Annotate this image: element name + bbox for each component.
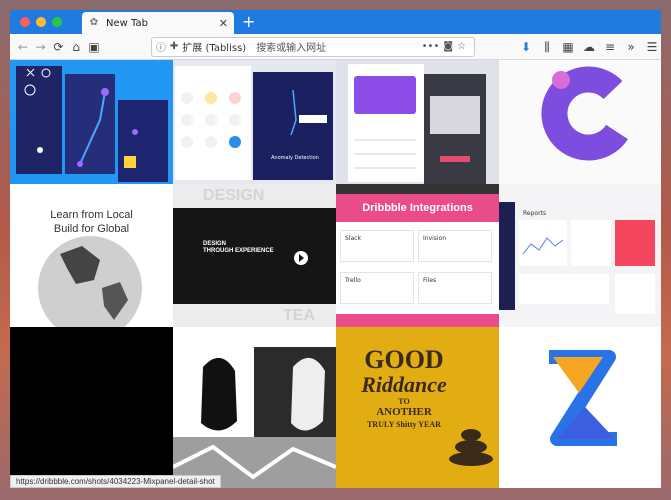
minimize-window-button[interactable] xyxy=(36,17,46,27)
globe-artwork xyxy=(38,236,142,327)
forward-icon[interactable]: → xyxy=(32,38,50,56)
close-window-button[interactable] xyxy=(20,17,30,27)
integration-card[interactable]: Trello xyxy=(340,272,414,304)
url-bar[interactable]: ⓘ ✚ 扩展 (Tabliss) 搜索或输入网址 ••• ◙ ☆ xyxy=(150,36,476,57)
integration-card[interactable]: Slack xyxy=(340,230,414,262)
design-headline: DESIGN THROUGH EXPERIENCE xyxy=(203,241,274,255)
home-icon[interactable]: ⌂ xyxy=(67,38,85,56)
bookmark-star-icon[interactable]: ☆ xyxy=(457,41,466,52)
design-headline-line2: THROUGH EXPERIENCE xyxy=(203,248,274,254)
design-headline-line1: DESIGN xyxy=(203,241,227,247)
status-bar-link: https://dribbble.com/shots/4034223-Mixpa… xyxy=(10,475,221,488)
window-controls xyxy=(20,17,62,27)
tab-favicon-icon: ✿ xyxy=(89,17,99,28)
dribbble-header: Dribbble Integrations xyxy=(336,194,499,222)
dribbble-footer xyxy=(336,314,499,327)
browser-window: ✿ New Tab ✕ + ← → ⟳ ⌂ ▣ ⓘ ✚ 扩展 (Tabliss)… xyxy=(10,10,661,488)
good-word: GOOD xyxy=(364,345,444,374)
navigation-bar: ← → ⟳ ⌂ ▣ ⓘ ✚ 扩展 (Tabliss) 搜索或输入网址 ••• ◙… xyxy=(10,34,661,60)
overflow-icon[interactable]: » xyxy=(622,38,640,56)
extension-label: 扩展 (Tabliss) xyxy=(182,43,247,54)
maximize-window-button[interactable] xyxy=(52,17,62,27)
integration-card[interactable]: Files xyxy=(418,272,492,304)
tile-learn-local[interactable]: Learn from Local Build for Global xyxy=(10,184,173,327)
new-tab-button[interactable]: + xyxy=(242,14,255,30)
anomaly-label: Anomaly Detection xyxy=(271,155,319,161)
poop-icon xyxy=(449,429,493,466)
tile-map-app[interactable] xyxy=(10,60,173,184)
map-app-artwork xyxy=(10,60,173,184)
integration-card[interactable]: Invision xyxy=(418,230,492,262)
tile-dribbble-integrations[interactable]: Dribbble Integrations Slack Invision Tre… xyxy=(336,184,499,327)
dribbble-topbar xyxy=(336,184,499,194)
tile-new-apps[interactable]: Anomaly Detection xyxy=(173,60,336,184)
reports-title: Reports xyxy=(523,210,547,217)
back-icon[interactable]: ← xyxy=(14,38,32,56)
design-artwork: DESIGN TEA xyxy=(173,184,336,327)
x-logo-artwork xyxy=(499,327,661,488)
to-word: TO xyxy=(398,397,410,406)
tile-reports-dashboard[interactable]: Reports xyxy=(499,184,661,327)
tab-new-tab[interactable]: ✿ New Tab ✕ xyxy=(82,12,234,34)
stack-icon[interactable]: ≡ xyxy=(601,38,619,56)
page-actions-icon[interactable]: ••• xyxy=(422,41,440,52)
reports-artwork xyxy=(499,184,661,327)
sidebar-toggle-icon[interactable]: ▣ xyxy=(85,38,103,56)
pocket-icon[interactable]: ◙ xyxy=(443,41,453,52)
tab-title: New Tab xyxy=(106,17,148,29)
new-apps-artwork xyxy=(173,60,336,184)
tab-bar: ✿ New Tab ✕ + xyxy=(10,10,661,34)
tile-c-logo[interactable] xyxy=(499,60,661,184)
toolbar-icons: ⬇ ⫼ ▦ ☁ ≡ » ☰ xyxy=(517,38,661,56)
extension-icon: ✚ xyxy=(169,41,179,52)
c-logo-artwork xyxy=(499,60,661,184)
tile-good-riddance[interactable]: GOOD Riddance TO ANOTHER TRULY Shitty YE… xyxy=(336,327,499,488)
url-placeholder[interactable]: 搜索或输入网址 xyxy=(256,39,421,54)
tile-wallet-app[interactable] xyxy=(336,60,499,184)
riddance-word: Riddance xyxy=(361,372,447,397)
library-icon[interactable]: ⫼ xyxy=(538,38,556,56)
download-icon[interactable]: ⬇ xyxy=(517,38,535,56)
svg-text:DESIGN: DESIGN xyxy=(203,187,264,204)
speed-dial-grid: Anomaly Detection Learn from Local Build… xyxy=(10,60,661,488)
extensions-icon[interactable]: ▦ xyxy=(559,38,577,56)
wallet-artwork xyxy=(336,60,499,184)
phone-illustration-artwork xyxy=(173,327,336,488)
tile-phone-illustration[interactable] xyxy=(173,327,336,488)
cloud-icon[interactable]: ☁ xyxy=(580,38,598,56)
tile-x-logo[interactable] xyxy=(499,327,661,488)
menu-icon[interactable]: ☰ xyxy=(643,38,661,56)
reload-icon[interactable]: ⟳ xyxy=(50,38,68,56)
tab-close-icon[interactable]: ✕ xyxy=(219,17,228,30)
info-icon[interactable]: ⓘ xyxy=(156,39,166,54)
svg-text:TEA: TEA xyxy=(283,307,315,324)
tile-blank-dark[interactable] xyxy=(10,327,173,488)
tile-design-experience[interactable]: DESIGN TEA DESIGN THROUGH EXPERIENCE xyxy=(173,184,336,327)
